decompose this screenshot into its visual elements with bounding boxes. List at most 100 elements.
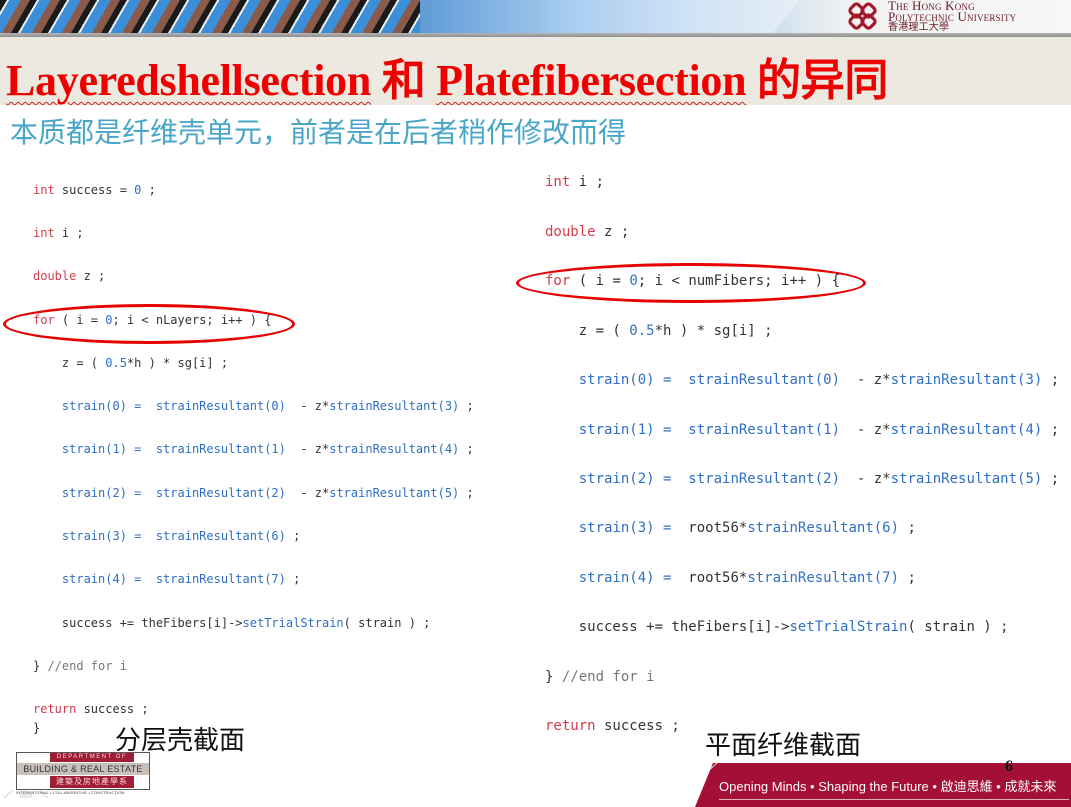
code-token: *h ) * sg[i] ; bbox=[654, 323, 773, 339]
code-token: - z* bbox=[285, 442, 330, 456]
slide-title: Layeredshellsection 和 Platefibersection … bbox=[6, 44, 888, 108]
code-token: double bbox=[33, 269, 77, 283]
polyu-logo-icon bbox=[848, 2, 877, 30]
code-token: strainResultant(4) bbox=[329, 442, 460, 456]
code-line: int i ; bbox=[545, 174, 604, 190]
code-token: strainResultant(7) bbox=[747, 570, 900, 586]
title-suffix: 的异同 bbox=[746, 56, 889, 105]
code-token: strainResultant(2) bbox=[688, 471, 841, 487]
code-token: - z* bbox=[840, 372, 891, 388]
code-line: success += theFibers[i]->setTrialStrain(… bbox=[33, 616, 430, 630]
code-token: ; bbox=[459, 442, 474, 456]
code-token: i ; bbox=[570, 174, 605, 190]
code-token: z = ( bbox=[33, 356, 106, 370]
header-banner: The Hong Kong Polytechnic University 香港理… bbox=[0, 0, 1071, 37]
code-token: return bbox=[545, 718, 596, 734]
code-line: } //end for i bbox=[33, 659, 127, 673]
code-token: *h ) * sg[i] ; bbox=[126, 356, 229, 370]
code-line: } //end for i bbox=[545, 669, 655, 685]
code-token: strainResultant(7) bbox=[155, 572, 286, 586]
code-line: z = ( 0.5*h ) * sg[i] ; bbox=[33, 356, 228, 370]
highlight-ellipse-right bbox=[516, 263, 866, 303]
code-token: double bbox=[545, 224, 596, 240]
code-token: strain(3) = bbox=[33, 529, 156, 543]
university-name: The Hong Kong Polytechnic University 香港理… bbox=[888, 0, 1016, 33]
code-token: strain(0) = bbox=[545, 372, 689, 388]
code-token: strain(3) = bbox=[545, 520, 689, 536]
code-token: ; bbox=[1042, 372, 1060, 388]
code-token: strain(2) = bbox=[545, 471, 689, 487]
code-token: - z* bbox=[840, 422, 891, 438]
code-token: z ; bbox=[595, 224, 630, 240]
code-line: return success ; bbox=[545, 718, 680, 734]
code-token: success ; bbox=[595, 718, 680, 734]
banner-building-image bbox=[0, 0, 420, 37]
code-token: strain(2) = bbox=[33, 486, 156, 500]
code-token: int bbox=[33, 226, 55, 240]
code-line: strain(3) = strainResultant(6) ; bbox=[33, 529, 300, 543]
code-token: root56* bbox=[688, 520, 748, 536]
code-token: strainResultant(1) bbox=[688, 422, 841, 438]
title-term-layeredshellsection: Layeredshellsection bbox=[6, 56, 372, 105]
code-token: strainResultant(1) bbox=[155, 442, 286, 456]
code-token: root56* bbox=[688, 570, 748, 586]
university-name-line2: Polytechnic University bbox=[888, 9, 1017, 24]
code-line: } bbox=[33, 721, 40, 735]
title-conjunction: 和 bbox=[371, 56, 437, 105]
code-line: double z ; bbox=[33, 269, 105, 283]
code-token: strainResultant(4) bbox=[890, 422, 1043, 438]
code-line: z = ( 0.5*h ) * sg[i] ; bbox=[545, 323, 773, 339]
code-line: strain(0) = strainResultant(0) - z*strai… bbox=[545, 372, 1059, 388]
code-token: strainResultant(5) bbox=[890, 471, 1043, 487]
code-line: return success ; bbox=[33, 702, 149, 716]
code-line: int success = 0 ; bbox=[33, 183, 156, 197]
code-token: ( strain ) ; bbox=[343, 616, 431, 630]
code-token: ; bbox=[1042, 471, 1060, 487]
department-name-zh: 建築及房地產學系 bbox=[50, 776, 134, 788]
code-token: ; bbox=[141, 183, 156, 197]
code-line: strain(3) = root56*strainResultant(6) ; bbox=[545, 520, 916, 536]
code-token: success = bbox=[54, 183, 135, 197]
footer-underline bbox=[719, 799, 1069, 800]
highlight-ellipse-left bbox=[3, 304, 295, 344]
code-token: ; bbox=[285, 529, 301, 543]
code-token: strainResultant(3) bbox=[890, 372, 1043, 388]
code-token: - z* bbox=[285, 399, 330, 413]
code-token: } bbox=[33, 721, 41, 735]
code-token: ; bbox=[285, 572, 301, 586]
code-token: strain(4) = bbox=[33, 572, 156, 586]
code-line: double z ; bbox=[545, 224, 629, 240]
footer-slogan: Opening Minds • Shaping the Future • 啟迪思… bbox=[719, 779, 1057, 794]
code-token: strainResultant(6) bbox=[747, 520, 900, 536]
footer-band: Opening Minds • Shaping the Future • 啟迪思… bbox=[695, 763, 1071, 807]
code-line: strain(4) = strainResultant(7) ; bbox=[33, 572, 300, 586]
code-token: strain(4) = bbox=[545, 570, 689, 586]
code-token: success += theFibers[i]-> bbox=[33, 616, 243, 630]
page-number: 6 bbox=[1005, 758, 1013, 775]
code-line: success += theFibers[i]->setTrialStrain(… bbox=[545, 619, 1009, 635]
department-label: DEPARTMENT OF bbox=[50, 753, 134, 762]
code-line: strain(1) = strainResultant(1) - z*strai… bbox=[33, 442, 474, 456]
banner-sky-image bbox=[420, 0, 800, 37]
code-token: strain(1) = bbox=[545, 422, 689, 438]
code-token: - z* bbox=[285, 486, 330, 500]
code-token: setTrialStrain bbox=[789, 619, 908, 635]
code-token: strain(1) = bbox=[33, 442, 156, 456]
department-name: BUILDING & REAL ESTATE bbox=[17, 763, 149, 775]
code-token: i ; bbox=[54, 226, 84, 240]
code-token: //end for i bbox=[47, 659, 127, 673]
code-line: strain(2) = strainResultant(2) - z*strai… bbox=[33, 486, 474, 500]
code-token: strainResultant(2) bbox=[155, 486, 286, 500]
code-line: int i ; bbox=[33, 226, 84, 240]
code-token: int bbox=[33, 183, 55, 197]
code-token: success ; bbox=[76, 702, 149, 716]
code-token: strainResultant(6) bbox=[155, 529, 286, 543]
code-token: setTrialStrain bbox=[242, 616, 344, 630]
code-token: } bbox=[33, 659, 48, 673]
code-token: int bbox=[545, 174, 571, 190]
code-line: strain(1) = strainResultant(1) - z*strai… bbox=[545, 422, 1059, 438]
slide-nav-icons[interactable] bbox=[2, 788, 52, 800]
code-token: } bbox=[545, 669, 562, 685]
slide-subtitle: 本质都是纤维壳单元，前者是在后者稍作修改而得 bbox=[10, 116, 627, 149]
code-token: ; bbox=[899, 570, 916, 586]
